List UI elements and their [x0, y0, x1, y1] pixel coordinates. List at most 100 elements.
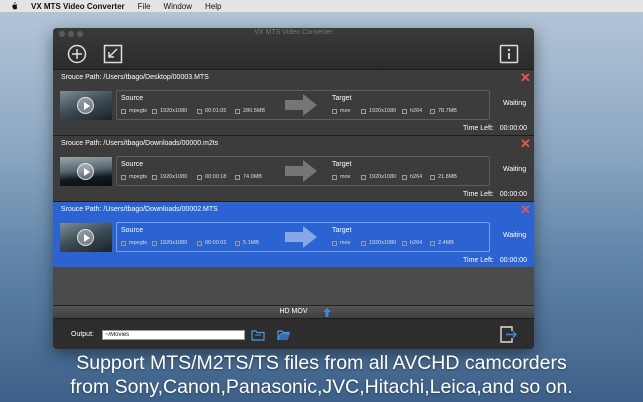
toolbar: VX MTS Video Converter: [53, 28, 534, 69]
open-folder-icon[interactable]: [277, 329, 291, 341]
resolution-icon: [361, 174, 366, 180]
file-list: Srouce Path: /Users/tbago/Desktop/00003.…: [53, 69, 534, 305]
source-size: 5.1MB: [235, 240, 259, 246]
source-label: Source: [121, 161, 144, 168]
size-icon: [430, 108, 435, 114]
source-size: 74.0MB: [235, 174, 262, 180]
choose-folder-icon[interactable]: [251, 329, 265, 341]
file-item-selected[interactable]: Srouce Path: /Users/tbago/Downloads/0000…: [53, 201, 534, 267]
arrow-right-icon: [285, 226, 317, 248]
size-icon: [430, 240, 435, 246]
duration-icon: [197, 174, 202, 180]
resolution-icon: [152, 174, 157, 180]
output-bar: Output:: [53, 318, 534, 349]
resolution-icon: [361, 108, 366, 114]
target-size: 21.8MB: [430, 174, 457, 180]
codec-icon: [402, 240, 407, 246]
file-item[interactable]: Srouce Path: /Users/tbago/Desktop/00003.…: [53, 69, 534, 135]
source-codec: mpegts: [121, 174, 147, 180]
file-item[interactable]: Srouce Path: /Users/tbago/Downloads/0000…: [53, 135, 534, 201]
conversion-details: Source mpegts 1920x1080 00:01:05 280.5MB…: [116, 90, 490, 120]
target-label: Target: [332, 227, 352, 234]
resolution-icon: [361, 240, 366, 246]
target-container: mov: [332, 240, 350, 246]
resolution-icon: [152, 108, 157, 114]
source-duration: 00:00:02: [197, 240, 226, 246]
source-resolution: 1920x1080: [152, 174, 187, 180]
source-path: Srouce Path: /Users/tbago/Desktop/00003.…: [61, 74, 209, 81]
conversion-details: Source mpegts 1920x1080 00:00:02 5.1MB T…: [116, 222, 490, 252]
source-codec: mpegts: [121, 108, 147, 114]
target-resolution: 1920x1080: [361, 108, 396, 114]
apple-icon[interactable]: [10, 2, 18, 10]
source-size: 280.5MB: [235, 108, 265, 114]
convert-icon[interactable]: [103, 44, 123, 64]
time-left: Time Left: 00:00:00: [463, 191, 527, 198]
video-thumbnail: [60, 157, 112, 186]
time-left: Time Left: 00:00:00: [463, 125, 527, 132]
video-thumbnail: [60, 223, 112, 252]
menu-bar: VX MTS Video Converter File Window Help: [0, 0, 643, 12]
source-label: Source: [121, 227, 144, 234]
conversion-details: Source mpegts 1920x1080 00:00:18 74.0MB …: [116, 156, 490, 186]
remove-icon[interactable]: ✕: [520, 203, 531, 216]
target-video-codec: h264: [402, 108, 422, 114]
codec-icon: [402, 108, 407, 114]
export-icon[interactable]: [499, 325, 518, 344]
status-label: Waiting: [503, 232, 527, 239]
size-icon: [235, 108, 240, 114]
remove-icon[interactable]: ✕: [520, 71, 531, 84]
arrow-right-icon: [285, 160, 317, 182]
target-container: mov: [332, 174, 350, 180]
duration-icon: [197, 240, 202, 246]
source-codec: mpegts: [121, 240, 147, 246]
add-file-icon[interactable]: [67, 44, 87, 64]
file-menu[interactable]: File: [138, 2, 151, 11]
play-icon[interactable]: [77, 163, 94, 180]
size-icon: [430, 174, 435, 180]
app-window: VX MTS Video Converter Srouce Path: /Use…: [53, 28, 534, 349]
output-format-label: HD MOV: [279, 308, 308, 315]
remove-icon[interactable]: ✕: [520, 137, 531, 150]
output-path-field[interactable]: [102, 330, 245, 340]
codec-icon: [121, 108, 126, 114]
codec-icon: [121, 240, 126, 246]
source-path: Srouce Path: /Users/tbago/Downloads/0000…: [61, 140, 219, 147]
codec-icon: [121, 174, 126, 180]
video-thumbnail: [60, 91, 112, 120]
caption-line-2: from Sony,Canon,Panasonic,JVC,Hitachi,Le…: [70, 376, 573, 398]
output-label: Output:: [71, 331, 94, 338]
status-label: Waiting: [503, 100, 527, 107]
caption-line-1: Support MTS/M2TS/TS files from all AVCHD…: [76, 352, 567, 374]
help-menu[interactable]: Help: [205, 2, 221, 11]
size-icon: [235, 174, 240, 180]
target-container: mov: [332, 108, 350, 114]
up-arrow-icon[interactable]: [323, 308, 331, 317]
target-size: 78.7MB: [430, 108, 457, 114]
play-icon[interactable]: [77, 97, 94, 114]
time-left: Time Left: 00:00:00: [463, 257, 527, 264]
source-label: Source: [121, 95, 144, 102]
target-label: Target: [332, 161, 352, 168]
window-menu[interactable]: Window: [164, 2, 192, 11]
output-format-bar[interactable]: HD MOV: [53, 305, 534, 318]
container-icon: [332, 108, 337, 114]
app-menu[interactable]: VX MTS Video Converter: [31, 2, 125, 11]
source-resolution: 1920x1080: [152, 240, 187, 246]
container-icon: [332, 240, 337, 246]
source-resolution: 1920x1080: [152, 108, 187, 114]
size-icon: [235, 240, 240, 246]
target-video-codec: h264: [402, 240, 422, 246]
play-icon[interactable]: [77, 229, 94, 246]
target-video-codec: h264: [402, 174, 422, 180]
window-title: VX MTS Video Converter: [254, 29, 333, 36]
arrow-right-icon: [285, 94, 317, 116]
target-resolution: 1920x1080: [361, 174, 396, 180]
source-duration: 00:00:18: [197, 174, 226, 180]
codec-icon: [402, 174, 407, 180]
target-resolution: 1920x1080: [361, 240, 396, 246]
target-size: 2.4MB: [430, 240, 454, 246]
info-icon[interactable]: [499, 44, 519, 64]
duration-icon: [197, 108, 202, 114]
resolution-icon: [152, 240, 157, 246]
